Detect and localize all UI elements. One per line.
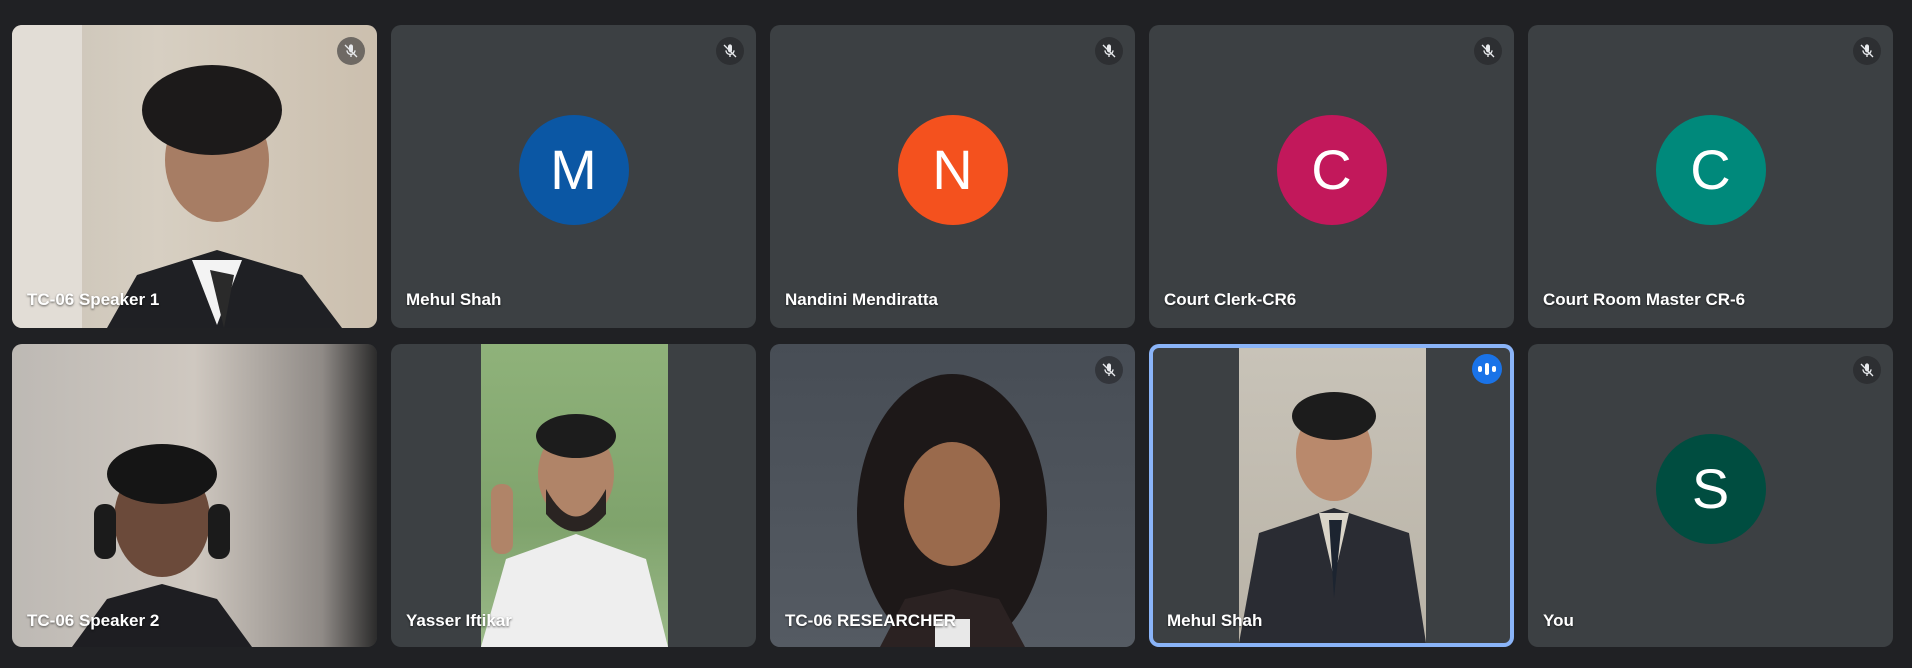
- participant-name: TC-06 Speaker 1: [27, 290, 160, 309]
- person-silhouette: [12, 25, 342, 328]
- participant-name: TC-06 Speaker 2: [27, 611, 160, 630]
- participant-tile[interactable]: Yasser Iftikar: [391, 344, 756, 647]
- participant-video: [1238, 348, 1426, 643]
- participant-tile[interactable]: M Mehul Shah: [391, 25, 756, 328]
- participant-name: Mehul Shah: [406, 290, 502, 309]
- participant-grid: TC-06 Speaker 1 M Mehul Shah N Nandini M…: [12, 25, 1893, 647]
- participant-name: You: [1543, 611, 1574, 630]
- mic-off-icon: [1853, 37, 1881, 65]
- person-silhouette: [480, 414, 668, 647]
- participant-tile[interactable]: N Nandini Mendiratta: [770, 25, 1135, 328]
- participant-tile[interactable]: TC-06 Speaker 1: [12, 25, 377, 328]
- participant-tile[interactable]: C Court Room Master CR-6: [1528, 25, 1893, 328]
- avatar: C: [1655, 114, 1766, 225]
- mic-off-icon: [337, 37, 365, 65]
- mic-off-icon: [1474, 37, 1502, 65]
- participant-name: Nandini Mendiratta: [785, 290, 939, 309]
- participant-tile-active-speaker[interactable]: Mehul Shah: [1149, 344, 1514, 647]
- audio-level-icon: [1472, 354, 1502, 384]
- participant-tile[interactable]: TC-06 RESEARCHER: [770, 344, 1135, 647]
- avatar: C: [1276, 114, 1387, 225]
- participant-name: TC-06 RESEARCHER: [785, 611, 956, 630]
- participant-name: Yasser Iftikar: [406, 611, 512, 630]
- avatar: M: [518, 114, 629, 225]
- participant-video: [12, 344, 377, 647]
- person-silhouette: [72, 444, 252, 647]
- mic-off-icon: [1853, 356, 1881, 384]
- mic-off-icon: [716, 37, 744, 65]
- participant-tile-self[interactable]: S You: [1528, 344, 1893, 647]
- participant-video: [770, 344, 1135, 647]
- mic-off-icon: [1095, 37, 1123, 65]
- participant-tile[interactable]: C Court Clerk-CR6: [1149, 25, 1514, 328]
- participant-name: Mehul Shah: [1167, 611, 1263, 630]
- mic-off-icon: [1095, 356, 1123, 384]
- person-silhouette: [1238, 392, 1426, 643]
- participant-name: Court Room Master CR-6: [1543, 290, 1746, 309]
- avatar: S: [1655, 433, 1766, 544]
- participant-video: [12, 25, 377, 328]
- person-silhouette: [857, 374, 1047, 647]
- participant-tile[interactable]: TC-06 Speaker 2: [12, 344, 377, 647]
- avatar: N: [897, 114, 1008, 225]
- participant-video: [480, 344, 668, 647]
- participant-name: Court Clerk-CR6: [1164, 290, 1297, 309]
